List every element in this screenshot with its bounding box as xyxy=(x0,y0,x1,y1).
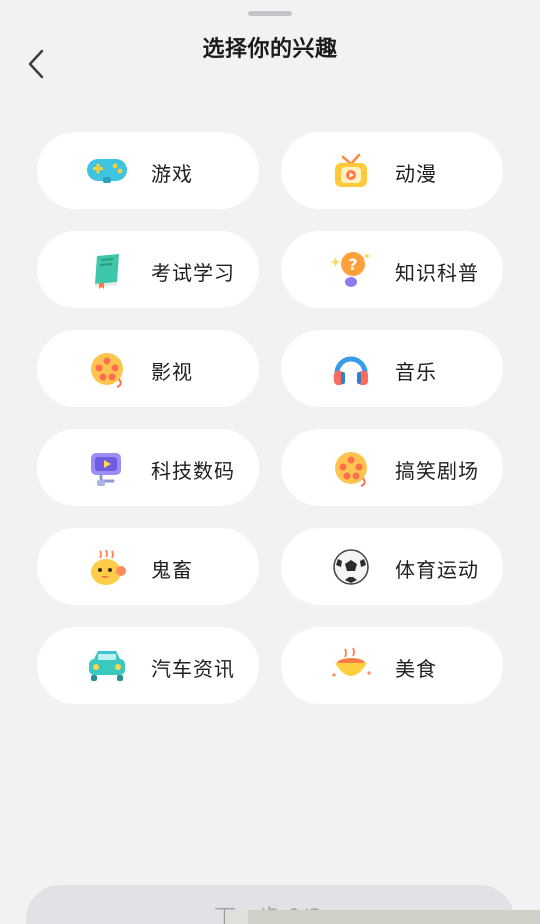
svg-text:?: ? xyxy=(348,255,357,274)
interest-chip-comedy[interactable]: 搞笑剧场 xyxy=(281,429,503,506)
gamepad-icon xyxy=(85,150,129,192)
film-reel-icon xyxy=(85,348,129,390)
interest-label: 鬼畜 xyxy=(151,558,193,582)
interest-label: 科技数码 xyxy=(151,459,235,483)
interest-chip-music[interactable]: 音乐 xyxy=(281,330,503,407)
interest-label: 美食 xyxy=(395,657,437,681)
interest-label: 音乐 xyxy=(395,360,437,384)
interest-label: 动漫 xyxy=(395,162,437,186)
interest-label: 汽车资讯 xyxy=(151,657,235,681)
funny-cup-icon xyxy=(85,546,129,588)
interest-label: 知识科普 xyxy=(395,261,479,285)
interest-grid: 游戏 动漫 考试学习 ? 知识科普 影视 音乐 科技数码 搞笑剧场 鬼畜 体育运… xyxy=(37,132,503,704)
drag-handle[interactable] xyxy=(248,11,292,16)
floating-widget-icon[interactable] xyxy=(224,910,249,924)
interest-label: 游戏 xyxy=(151,162,193,186)
interest-label: 考试学习 xyxy=(151,261,235,285)
soccer-ball-icon xyxy=(329,546,373,588)
interest-chip-auto-news[interactable]: 汽车资讯 xyxy=(37,627,259,704)
video-player-device-icon xyxy=(85,447,129,489)
book-icon xyxy=(85,249,129,291)
car-icon xyxy=(85,645,129,687)
interest-label: 体育运动 xyxy=(395,558,479,582)
interest-label: 搞笑剧场 xyxy=(395,459,479,483)
interest-chip-exam-study[interactable]: 考试学习 xyxy=(37,231,259,308)
interest-chip-film-tv[interactable]: 影视 xyxy=(37,330,259,407)
question-lightbulb-icon: ? xyxy=(329,249,373,291)
interest-chip-games[interactable]: 游戏 xyxy=(37,132,259,209)
interest-chip-tech-digital[interactable]: 科技数码 xyxy=(37,429,259,506)
interest-chip-anime[interactable]: 动漫 xyxy=(281,132,503,209)
interest-chip-knowledge[interactable]: ? 知识科普 xyxy=(281,231,503,308)
retro-tv-icon xyxy=(329,150,373,192)
interest-label: 影视 xyxy=(151,360,193,384)
interest-chip-kichiku[interactable]: 鬼畜 xyxy=(37,528,259,605)
interest-chip-sports[interactable]: 体育运动 xyxy=(281,528,503,605)
food-bowl-icon xyxy=(329,645,373,687)
floating-overlay-bar xyxy=(248,910,540,924)
headphones-icon xyxy=(329,348,373,390)
page-title: 选择你的兴趣 xyxy=(202,37,338,62)
film-reel-icon xyxy=(329,447,373,489)
interest-chip-food[interactable]: 美食 xyxy=(281,627,503,704)
interest-selection-sheet: 选择你的兴趣 游戏 动漫 考试学习 ? 知识科普 影视 音乐 科技数码 搞笑剧场… xyxy=(0,0,540,924)
